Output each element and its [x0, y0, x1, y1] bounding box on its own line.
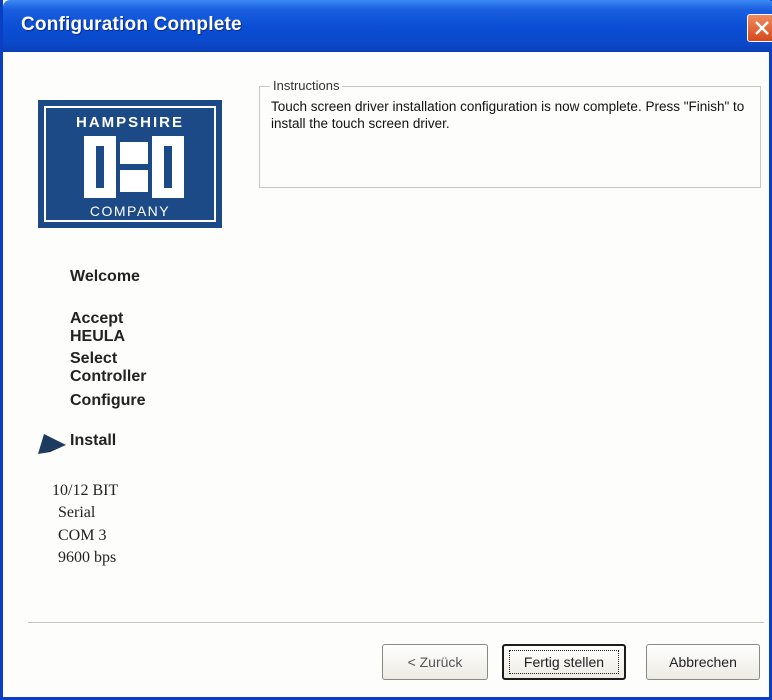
step-configure: Configure: [70, 392, 146, 409]
finish-button-label: Fertig stellen: [509, 650, 619, 674]
instructions-legend: Instructions: [270, 78, 343, 93]
step-select-controller: Select Controller: [70, 350, 147, 385]
hampshire-logo: HAMPSHIRE COMPANY: [38, 100, 222, 228]
logo-frame: HAMPSHIRE COMPANY: [44, 106, 216, 222]
logo-bottom-text: COMPANY: [89, 203, 171, 219]
instructions-text: Touch screen driver installation configu…: [271, 99, 745, 131]
button-divider: [28, 622, 764, 624]
close-button[interactable]: [747, 14, 772, 42]
cancel-button[interactable]: Abbrechen: [646, 644, 760, 680]
info-port: COM 3: [58, 527, 107, 544]
back-button[interactable]: < Zurück: [382, 644, 488, 680]
step-accept-heula: Accept HEULA: [70, 310, 126, 345]
title-bar[interactable]: Configuration Complete: [3, 0, 772, 52]
info-baud: 9600 bps: [58, 549, 117, 566]
current-step-arrow-icon: [38, 434, 66, 454]
logo-top-text: HAMPSHIRE: [75, 114, 184, 131]
step-install: Install: [70, 432, 117, 449]
logo-h-mark-icon: [84, 136, 184, 198]
close-icon: [755, 21, 769, 35]
window-title: Configuration Complete: [21, 14, 242, 35]
step-welcome: Welcome: [70, 268, 140, 285]
info-bit: 10/12 BIT: [52, 482, 119, 499]
finish-button[interactable]: Fertig stellen: [502, 644, 626, 680]
info-interface: Serial: [58, 504, 96, 521]
